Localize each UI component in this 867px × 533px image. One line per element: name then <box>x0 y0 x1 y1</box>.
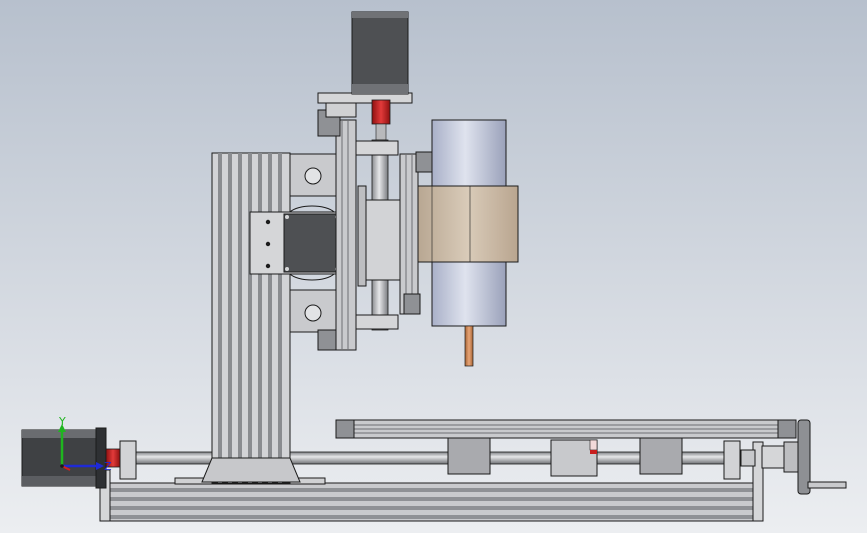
upper-horizontal-rail[interactable] <box>335 419 797 439</box>
cutting-tool <box>464 325 474 367</box>
cad-viewport[interactable]: Y Z <box>0 0 867 533</box>
cnc-machine-drawing: Y Z <box>0 0 867 533</box>
y-axis-stepper-motor[interactable] <box>21 427 107 489</box>
x-axis-stepper-motor[interactable] <box>249 205 343 281</box>
triad-y-label: Y <box>58 415 66 428</box>
vertical-column[interactable] <box>201 152 301 484</box>
spindle-clamp[interactable] <box>417 185 519 263</box>
base-carriage[interactable] <box>447 437 683 477</box>
triad-z-label: Z <box>104 460 112 473</box>
z-nut-block[interactable] <box>357 185 401 287</box>
